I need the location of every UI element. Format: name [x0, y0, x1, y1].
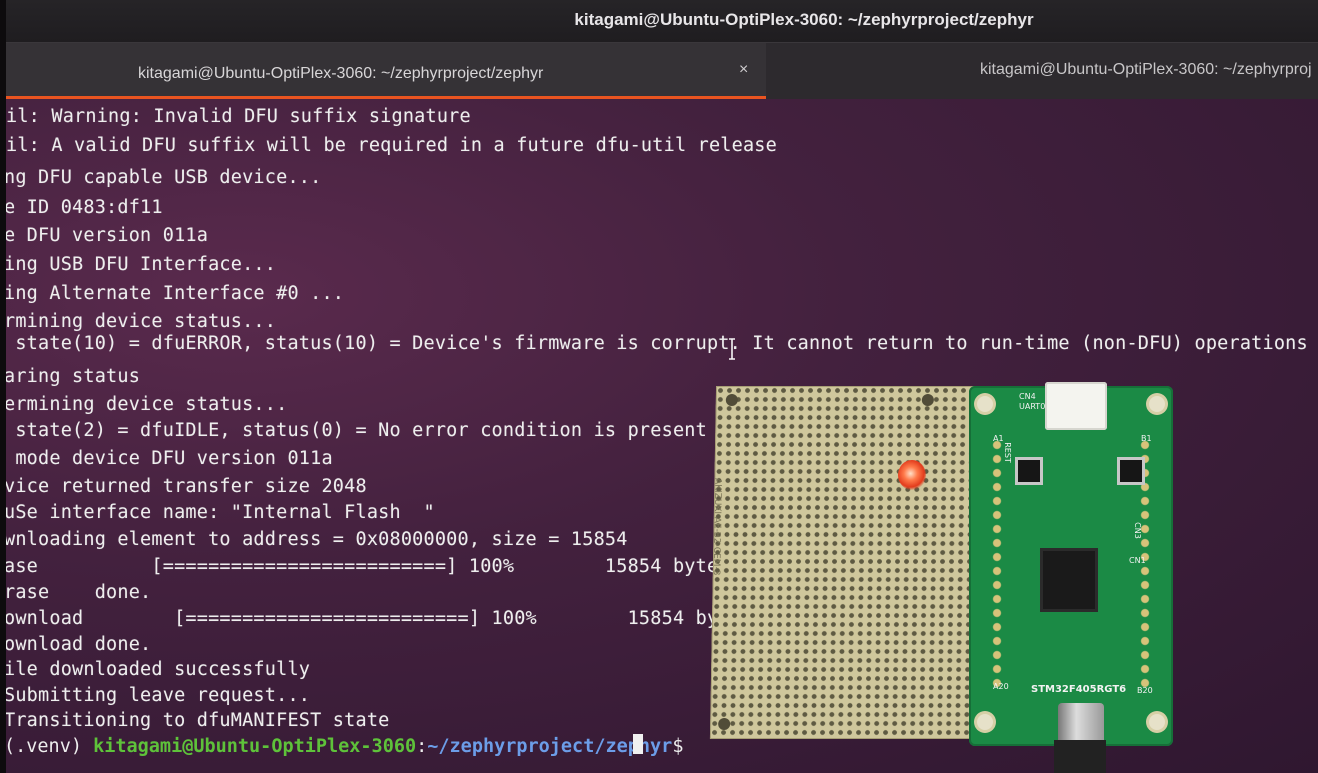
- terminal-line: e DFU version 011a: [4, 225, 209, 246]
- monitor-bezel: [0, 0, 6, 773]
- terminal-line: il: A valid DFU suffix will be required …: [6, 135, 777, 156]
- mounting-hole: [1149, 714, 1165, 730]
- boot-button: [1117, 457, 1145, 485]
- terminal-line: mode device DFU version 011a: [4, 448, 333, 469]
- terminal-line: rase done.: [4, 582, 152, 603]
- prompt-colon: :: [416, 736, 428, 757]
- tab-active[interactable]: kitagami@Ubuntu-OptiPlex-3060: ~/zephyrp…: [6, 43, 766, 99]
- terminal-line: ermining device status...: [4, 394, 288, 415]
- terminal-line: uSe interface name: "Internal Flash ": [4, 502, 435, 523]
- terminal-line: rmining device status...: [4, 311, 277, 332]
- silk-cn3: CN3: [1132, 522, 1142, 539]
- terminal-line: ase [=========================] 100% 158…: [4, 556, 730, 577]
- silk-a20: A20: [993, 682, 1009, 691]
- terminal-tab-bar: kitagami@Ubuntu-OptiPlex-3060: ~/zephyrp…: [0, 42, 1318, 99]
- mounting-hole: [725, 394, 738, 406]
- ibeam-cursor-icon: [729, 338, 735, 360]
- active-tab-indicator: [6, 96, 766, 99]
- close-icon[interactable]: ×: [739, 61, 748, 79]
- silk-b20: B20: [1137, 686, 1153, 695]
- mounting-hole: [718, 718, 731, 730]
- mounting-hole: [1149, 396, 1165, 412]
- silk-rest: REST: [1002, 442, 1012, 463]
- window-title-bar: kitagami@Ubuntu-OptiPlex-3060: ~/zephyrp…: [0, 0, 1318, 42]
- tab-inactive[interactable]: kitagami@Ubuntu-OptiPlex-3060: ~/zephyrp…: [766, 43, 1318, 99]
- pin-header-left: [991, 438, 1003, 688]
- terminal-line: Transitioning to dfuMANIFEST state: [4, 710, 390, 731]
- mounting-hole: [977, 396, 993, 412]
- shell-prompt: (.venv) kitagami@Ubuntu-OptiPlex-3060:~/…: [4, 736, 695, 757]
- silk-a1: A1: [993, 434, 1004, 443]
- terminal-line: state(2) = dfuIDLE, status(0) = No error…: [4, 420, 707, 441]
- terminal-line: ing USB DFU Interface...: [4, 254, 277, 275]
- terminal-line: ng DFU capable USB device...: [4, 167, 322, 188]
- terminal-line: ing Alternate Interface #0 ...: [4, 283, 345, 304]
- uart-connector: [1045, 382, 1107, 430]
- terminal-line: Submitting leave request...: [4, 685, 311, 706]
- terminal-line: e ID 0483:df11: [4, 197, 163, 218]
- terminal-line: wnloading element to address = 0x0800000…: [4, 529, 628, 550]
- silk-cn1: CN1: [1129, 556, 1146, 565]
- prompt-dollar: $: [672, 736, 695, 757]
- tab-active-label: kitagami@Ubuntu-OptiPlex-3060: ~/zephyrp…: [138, 65, 544, 82]
- tab-inactive-label: kitagami@Ubuntu-OptiPlex-3060: ~/zephyrp…: [980, 61, 1312, 78]
- terminal-line: ile downloaded successfully: [4, 659, 311, 680]
- mounting-hole: [977, 714, 993, 730]
- photo-of-monitor: kitagami@Ubuntu-OptiPlex-3060: ~/zephyrp…: [0, 0, 1318, 773]
- text-cursor: [633, 734, 643, 754]
- red-led: [898, 460, 926, 490]
- terminal-line: il: Warning: Invalid DFU suffix signatur…: [6, 106, 471, 127]
- silk-cn4: CN4: [1019, 392, 1036, 401]
- usb-cable: [1054, 740, 1106, 773]
- terminal-line: aring status: [4, 366, 141, 387]
- prompt-venv: (.venv): [4, 736, 94, 757]
- terminal-line: ownload done.: [4, 634, 152, 655]
- mcu-chip: [1040, 548, 1098, 612]
- perfboard-label: AKIZUKI AE-B2-CEM-3: [710, 478, 723, 576]
- prompt-user-host: kitagami@Ubuntu-OptiPlex-3060: [93, 736, 417, 757]
- silk-board-name: STM32F405RGT6: [1031, 684, 1127, 695]
- reset-button: [1015, 457, 1043, 485]
- silk-b1: B1: [1141, 434, 1152, 443]
- terminal-line: ownload [=========================] 100%…: [4, 608, 753, 629]
- terminal-line: state(10) = dfuERROR, status(10) = Devic…: [4, 333, 1308, 354]
- mounting-hole: [921, 394, 934, 406]
- silk-uart0: UART0: [1019, 402, 1046, 411]
- perfboard: AKIZUKI AE-B2-CEM-3: [709, 386, 979, 739]
- window-title: kitagami@Ubuntu-OptiPlex-3060: ~/zephyrp…: [574, 10, 1034, 29]
- terminal-line: vice returned transfer size 2048: [4, 476, 367, 497]
